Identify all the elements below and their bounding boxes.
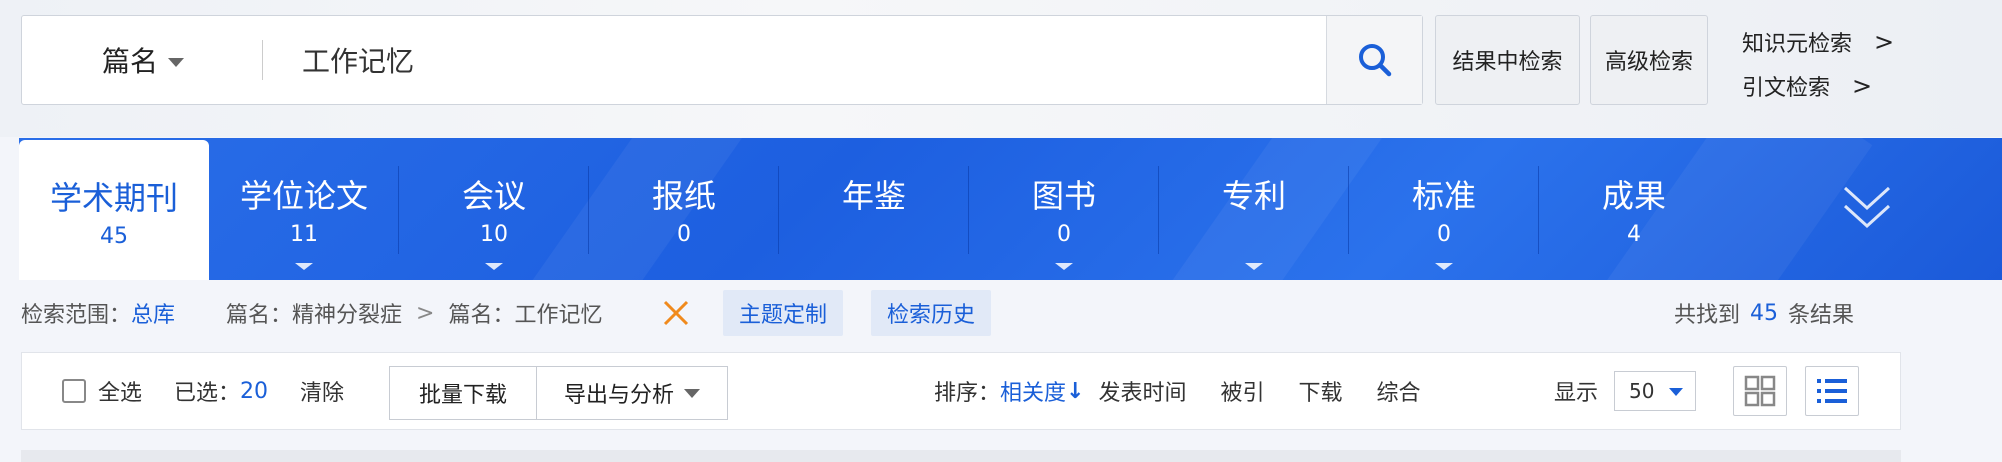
result-count-value: 45 <box>1750 300 1779 326</box>
tab-label: 年鉴 <box>841 177 906 215</box>
divider <box>262 40 263 80</box>
tab-label: 报纸 <box>651 177 716 215</box>
sort-relevance[interactable]: 相关度 <box>1000 375 1066 407</box>
tab-books[interactable]: 图书 0 <box>969 138 1159 280</box>
breadcrumb: 篇名：精神分裂症 > 篇名：工作记忆 <box>226 290 602 336</box>
search-history-button[interactable]: 检索历史 <box>871 290 992 336</box>
advanced-search-button[interactable]: 高级检索 <box>1590 15 1708 105</box>
side-links: 知识元检索 > 引文检索 > <box>1742 20 1894 108</box>
tab-label: 学术期刊 <box>49 179 178 217</box>
sort-label: 排序： <box>934 381 1001 406</box>
page-size-select[interactable]: 50 <box>1614 371 1696 411</box>
tab-achievements[interactable]: 成果 4 <box>1539 138 1729 280</box>
breadcrumb-separator: > <box>416 300 435 326</box>
caret-down-icon <box>1055 263 1073 270</box>
search-button[interactable] <box>1326 16 1422 104</box>
tab-journals[interactable]: 学术期刊 45 <box>19 140 209 280</box>
sort-bar: 排序： 相关度 ↓ 发表时间 被引 下载 综合 <box>934 353 1421 429</box>
arrow-down-icon: ↓ <box>1066 378 1085 404</box>
caret-down-icon <box>1435 263 1453 270</box>
tab-patents[interactable]: 专利 <box>1159 138 1349 280</box>
batch-download-button[interactable]: 批量下载 <box>389 366 537 420</box>
resource-tabs: 学术期刊 45 学位论文 11 会议 10 报纸 0 年鉴 图书 0 专利 标准… <box>19 138 2002 280</box>
results-toolbar: 全选 已选： 20 清除 批量下载 导出与分析 排序： 相关度 ↓ 发表时间 被… <box>21 352 1901 430</box>
search-header: 篇名 结果中检索 高级检索 知识元检索 > 引文检索 > <box>0 0 2002 137</box>
search-field-select[interactable]: 篇名 <box>102 16 185 104</box>
tab-conferences[interactable]: 会议 10 <box>399 138 589 280</box>
knowledge-search-link[interactable]: 知识元检索 > <box>1742 20 1894 64</box>
refine-search-button[interactable]: 结果中检索 <box>1435 15 1580 105</box>
caret-down-icon <box>168 57 185 67</box>
double-chevron-down-icon <box>1843 186 1891 229</box>
tab-count: 0 <box>1057 222 1071 247</box>
search-scope-row: 检索范围： 总库 篇名：精神分裂症 > 篇名：工作记忆 主题定制 检索历史 共找… <box>21 290 1981 336</box>
clear-selection-button[interactable]: 清除 <box>300 353 344 429</box>
tab-label: 标准 <box>1411 177 1476 215</box>
selected-count-value: 20 <box>240 378 269 404</box>
list-view-button[interactable] <box>1805 366 1859 416</box>
caret-down-icon <box>295 263 313 270</box>
topic-custom-button[interactable]: 主题定制 <box>723 290 844 336</box>
close-icon <box>663 300 689 326</box>
page-size-value: 50 <box>1629 379 1655 403</box>
citation-search-link[interactable]: 引文检索 > <box>1742 64 1894 108</box>
tab-count: 10 <box>480 222 508 247</box>
clear-condition-button[interactable] <box>661 290 691 336</box>
select-all-checkbox[interactable] <box>62 379 86 403</box>
sort-cited[interactable]: 被引 <box>1220 375 1264 407</box>
caret-down-icon <box>485 263 503 270</box>
select-all-label: 全选 <box>98 381 143 406</box>
tab-dissertations[interactable]: 学位论文 11 <box>209 138 399 280</box>
citation-search-label: 引文检索 <box>1742 76 1831 101</box>
results-list-header <box>21 450 1901 462</box>
tab-count: 0 <box>1437 222 1451 247</box>
chevron-right-icon: > <box>1874 28 1895 56</box>
list-view-icon <box>1817 379 1847 403</box>
chevron-right-icon: > <box>1852 72 1873 100</box>
tab-label: 学位论文 <box>239 177 368 215</box>
tab-count: 45 <box>100 224 128 249</box>
result-count-suffix: 条结果 <box>1788 303 1855 328</box>
result-count-prefix: 共找到 <box>1674 303 1741 328</box>
search-field-label: 篇名 <box>102 45 159 78</box>
grid-view-button[interactable] <box>1733 366 1787 416</box>
tab-count: 11 <box>290 222 318 247</box>
select-all[interactable]: 全选 <box>62 353 142 429</box>
caret-down-icon <box>1669 388 1683 396</box>
sort-downloads[interactable]: 下载 <box>1299 375 1343 407</box>
selected-label: 已选： <box>174 381 241 406</box>
tab-newspapers[interactable]: 报纸 0 <box>589 138 779 280</box>
selected-count: 已选： 20 <box>174 353 268 429</box>
search-input[interactable] <box>302 30 1302 90</box>
tab-label: 图书 <box>1031 177 1096 215</box>
tab-count: 0 <box>677 222 691 247</box>
search-box: 篇名 <box>21 15 1423 105</box>
breadcrumb-item[interactable]: 篇名：工作记忆 <box>448 297 602 329</box>
display-label: 显示 <box>1554 381 1599 406</box>
scope-range: 检索范围： 总库 <box>21 290 175 336</box>
tab-label: 成果 <box>1601 177 1666 215</box>
tab-label: 专利 <box>1221 177 1286 215</box>
export-analyze-button[interactable]: 导出与分析 <box>536 366 728 420</box>
sort-composite[interactable]: 综合 <box>1377 375 1421 407</box>
tab-yearbooks[interactable]: 年鉴 <box>779 138 969 280</box>
tab-count: 4 <box>1627 222 1641 247</box>
result-count: 共找到 45 条结果 <box>1674 290 1854 336</box>
caret-down-icon <box>1245 263 1263 270</box>
tab-standards[interactable]: 标准 0 <box>1349 138 1539 280</box>
export-analyze-label: 导出与分析 <box>563 383 674 408</box>
search-icon <box>1358 44 1391 77</box>
scope-range-label: 检索范围： <box>21 303 132 328</box>
tab-label: 会议 <box>461 177 526 215</box>
scope-range-value[interactable]: 总库 <box>131 297 175 329</box>
breadcrumb-item[interactable]: 篇名：精神分裂症 <box>226 297 402 329</box>
sort-publish-time[interactable]: 发表时间 <box>1098 375 1186 407</box>
knowledge-search-label: 知识元检索 <box>1742 32 1853 57</box>
expand-tabs-button[interactable] <box>1839 178 1895 238</box>
caret-down-icon <box>684 388 700 398</box>
grid-view-icon <box>1744 375 1776 407</box>
